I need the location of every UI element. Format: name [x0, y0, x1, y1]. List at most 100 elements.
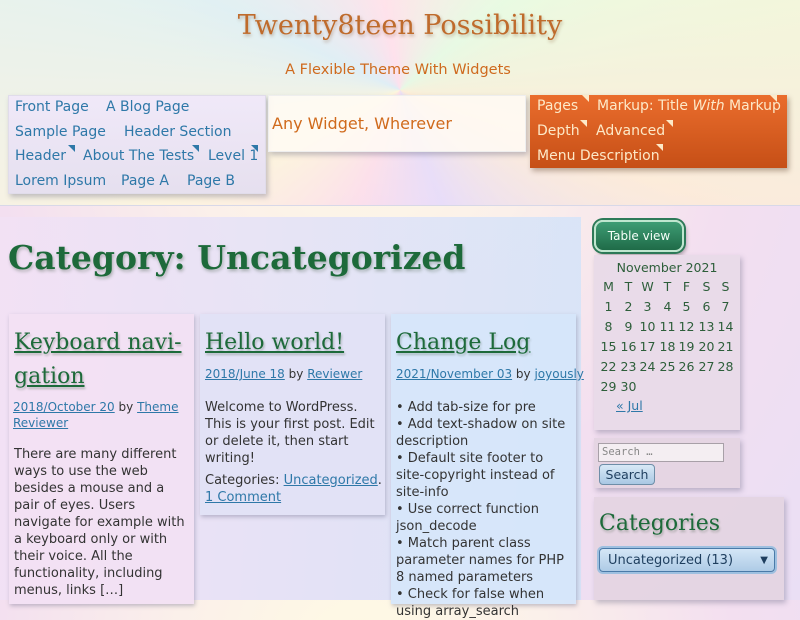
calendar-widget: November 2021 M T W T F S S 1 2 3 4 5 6 7 8 9 10 11 12 13 14…: [594, 255, 740, 430]
calendar-day: 11: [659, 319, 676, 334]
calendar-weekday: S: [721, 279, 730, 294]
post-author-link[interactable]: joyously: [534, 367, 583, 381]
changelog-list: • Add tab-size for pre • Add text-shadow…: [396, 399, 572, 620]
calendar-day: 2: [624, 299, 633, 314]
calendar-weekday: T: [663, 279, 672, 294]
post-meta: 2018/October 20 by Theme Reviewer: [13, 400, 179, 430]
search-input[interactable]: Search …: [598, 443, 724, 462]
calendar-day: 8: [604, 319, 613, 334]
menu-item-sample-page[interactable]: Sample Page: [15, 124, 106, 140]
calendar-day: 12: [678, 319, 695, 334]
calendar-day: 30: [620, 379, 637, 394]
chevron-down-icon: ▼: [760, 555, 768, 566]
calendar-weekday: S: [702, 279, 711, 294]
changelog-item: • Add tab-size for pre: [396, 400, 536, 415]
menu-item-page-b[interactable]: Page B: [187, 173, 235, 189]
header-widget: Any Widget, Wherever: [268, 95, 526, 152]
post-card: Change Log 2021/November 03 by joyously …: [391, 314, 584, 619]
calendar-day: 20: [698, 339, 715, 354]
calendar-caption: November 2021: [616, 260, 718, 275]
menu-item-header[interactable]: Header: [15, 148, 66, 164]
calendar-day: 3: [643, 299, 652, 314]
changelog-item: • Default site footer to site-copyright …: [396, 451, 555, 500]
table-view-button[interactable]: Table view: [594, 220, 684, 252]
post-date-link[interactable]: 2021/November 03: [396, 367, 512, 381]
post-excerpt: There are many different ways to use the…: [14, 447, 185, 598]
post-title[interactable]: Change Log: [396, 326, 530, 360]
comments-link[interactable]: 1 Comment: [205, 490, 281, 505]
submenu-indicator-icon: [582, 95, 589, 102]
search-button[interactable]: Search: [599, 464, 655, 485]
menu-item-a-blog-page[interactable]: A Blog Page: [106, 99, 189, 115]
menu-item-header-section[interactable]: Header Section: [124, 124, 231, 140]
calendar-day: 25: [659, 359, 676, 374]
calendar-day: 19: [678, 339, 695, 354]
calendar-day: 10: [639, 319, 656, 334]
submenu-indicator-icon: [656, 144, 663, 151]
menu-item-about-the-tests[interactable]: About The Tests: [83, 148, 194, 164]
calendar-day: 13: [698, 319, 715, 334]
calendar-day: 27: [698, 359, 715, 374]
categories-title: Categories: [599, 511, 720, 536]
header-widget-text: Any Widget, Wherever: [272, 114, 452, 133]
site-title[interactable]: Twenty8teen Possibility: [0, 10, 800, 41]
submenu-indicator-icon: [251, 145, 258, 152]
changelog-item: • Match parent class parameter names for…: [396, 536, 564, 585]
post-card: Hello world! 2018/June 18 by Reviewer We…: [200, 314, 385, 515]
post-card: Keyboard navi-gation 2018/October 20 by …: [9, 314, 194, 604]
search-widget: Search … Search: [594, 438, 740, 488]
calendar-day: 24: [639, 359, 656, 374]
calendar-weekday: T: [624, 279, 633, 294]
post-excerpt: Welcome to WordPress. This is your first…: [205, 400, 375, 466]
calendar-day: 29: [600, 379, 617, 394]
calendar-day: 9: [624, 319, 633, 334]
submenu-indicator-icon: [666, 120, 673, 127]
calendar-day: 22: [600, 359, 617, 374]
calendar-day: 18: [659, 339, 676, 354]
calendar-day: 15: [600, 339, 617, 354]
calendar-day: 1: [604, 299, 613, 314]
menu-item-front-page[interactable]: Front Page: [15, 99, 89, 115]
submenu-indicator-icon: [580, 120, 587, 127]
calendar-weekday: W: [641, 279, 654, 294]
changelog-item: • Check for false when using array_searc…: [396, 587, 545, 619]
calendar-day: 14: [717, 319, 734, 334]
calendar-day: 4: [663, 299, 672, 314]
calendar-day: 7: [721, 299, 730, 314]
calendar-day: 17: [639, 339, 656, 354]
calendar-weekday: M: [603, 279, 614, 294]
calendar-day: 26: [678, 359, 695, 374]
menu-item-lorem-ipsum[interactable]: Lorem Ipsum: [15, 173, 106, 189]
calendar-weekday: F: [682, 279, 691, 294]
menu-item-markup-title-with-markup[interactable]: Markup: Title With Markup: [597, 98, 781, 114]
secondary-menu: Pages Markup: Title With Markup Depth Ad…: [530, 95, 787, 168]
menu-item-pages[interactable]: Pages: [537, 98, 578, 114]
calendar-day: 23: [620, 359, 637, 374]
calendar-day: 6: [702, 299, 711, 314]
post-author-link[interactable]: Reviewer: [13, 416, 68, 430]
calendar-prev-month-link[interactable]: « Jul: [616, 398, 643, 413]
post-meta: 2018/June 18 by Reviewer: [205, 367, 363, 381]
post-author-link[interactable]: Theme: [137, 400, 178, 414]
menu-item-depth[interactable]: Depth: [537, 123, 580, 139]
categories-widget: Categories Uncategorized (13) ▼: [594, 497, 784, 600]
post-date-link[interactable]: 2018/October 20: [13, 400, 115, 414]
changelog-item: • Add text-shadow on site description: [396, 417, 566, 449]
categories-dropdown[interactable]: Uncategorized (13) ▼: [599, 548, 775, 572]
changelog-item: • Use correct function json_decode: [396, 502, 539, 534]
calendar-day: 28: [717, 359, 734, 374]
post-title[interactable]: Hello world!: [205, 326, 344, 360]
page-title: Category: Uncategorized: [8, 238, 466, 277]
category-link[interactable]: Uncategorized: [284, 473, 378, 488]
menu-item-advanced[interactable]: Advanced: [596, 123, 665, 139]
calendar-day: 16: [620, 339, 637, 354]
post-meta: 2021/November 03 by joyously: [396, 367, 584, 381]
post-title[interactable]: Keyboard navi-gation: [14, 326, 182, 394]
calendar-day: 5: [682, 299, 691, 314]
post-author-link[interactable]: Reviewer: [307, 367, 362, 381]
submenu-indicator-icon: [770, 95, 777, 102]
post-date-link[interactable]: 2018/June 18: [205, 367, 285, 381]
menu-item-menu-description[interactable]: Menu Description: [537, 148, 660, 164]
menu-item-page-a[interactable]: Page A: [121, 173, 169, 189]
submenu-indicator-icon: [68, 145, 75, 152]
